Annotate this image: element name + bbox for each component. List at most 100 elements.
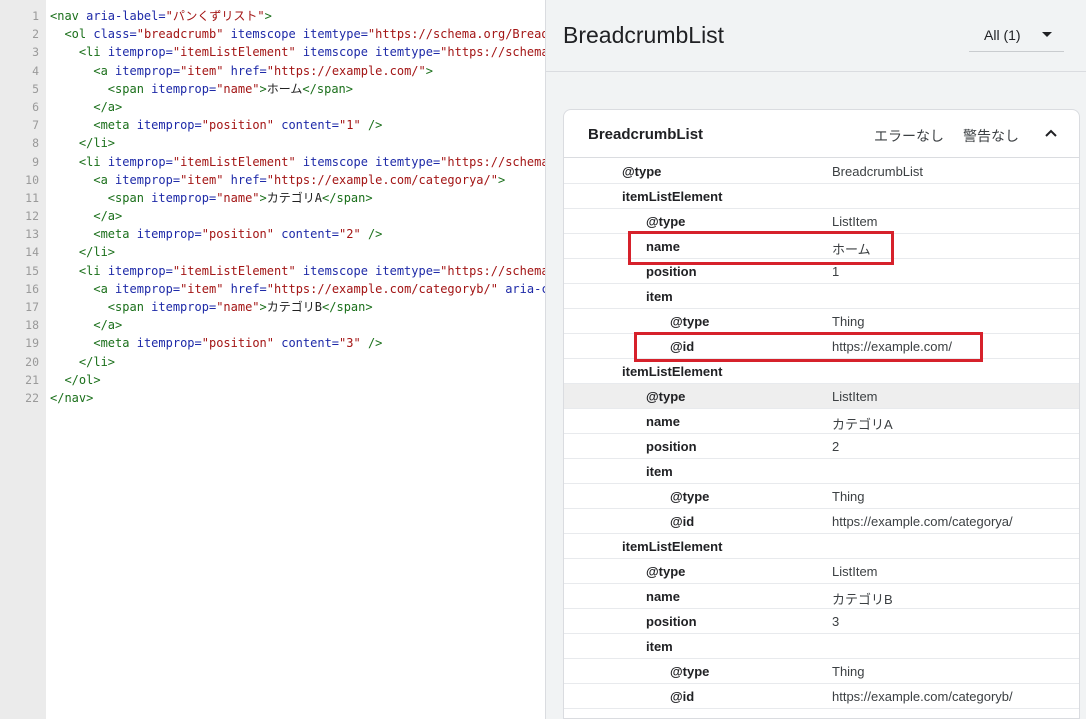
code-token: "https://example.com/categoryb/" [266, 281, 498, 296]
code-token: itemprop= [107, 45, 173, 60]
code-token: itemprop= [151, 300, 217, 314]
line-number: 11 [25, 190, 39, 205]
code-token: itemprop= [151, 81, 217, 96]
code-token: "position" [201, 336, 274, 351]
code-token: </li> [78, 245, 116, 260]
table-row: @type ListItem [564, 384, 1079, 409]
code-text: <li itemprop="itemListElement" itemscope… [46, 43, 545, 61]
code-editor[interactable]: 1 <nav aria-label="パンくずリスト"> 2 <ol class="… [0, 0, 546, 719]
code-line: 6 </a> [0, 98, 545, 116]
results-panel: BreadcrumbList All (1) BreadcrumbList エラ… [546, 0, 1086, 719]
line-number: 6 [32, 99, 39, 114]
property-key: @type [646, 564, 686, 579]
errors-status: エラーなし [874, 128, 944, 144]
table-row: @id https://example.com/categorya/ [564, 509, 1079, 534]
code-token: "item" [180, 281, 224, 296]
code-text: <li itemprop="itemListElement" itemscope… [46, 262, 545, 280]
line-number: 17 [25, 300, 39, 314]
code-token: <a [93, 63, 116, 78]
code-token: </nav> [50, 390, 94, 405]
code-text: </a> [46, 98, 122, 116]
code-token: > [259, 81, 267, 96]
panel-header: BreadcrumbList All (1) [546, 0, 1086, 72]
code-token: "itemListElement" [172, 263, 296, 278]
code-text: <ol class="breadcrumb" itemscope itemtyp… [46, 25, 545, 43]
code-line: 15 <li itemprop="itemListElement" itemsc… [0, 262, 545, 280]
code-text: <a itemprop="item" href="https://example… [46, 62, 433, 80]
code-line: 8 </li> [0, 134, 545, 152]
property-key: itemListElement [622, 189, 723, 204]
line-number: 16 [25, 281, 39, 296]
property-value: ListItem [832, 389, 878, 404]
code-token: "1" [339, 118, 361, 133]
result-card-header[interactable]: BreadcrumbList エラーなし 警告なし [564, 110, 1079, 158]
code-line: 16 <a itemprop="item" href="https://exam… [0, 280, 546, 298]
property-key: @type [622, 164, 662, 179]
code-token: > [259, 300, 267, 314]
code-token: /> [360, 118, 383, 133]
code-token: </ol> [64, 372, 101, 387]
property-key: item [646, 639, 673, 654]
code-text: <a itemprop="item" href="https://example… [46, 280, 546, 298]
code-line: 10 <a itemprop="item" href="https://exam… [0, 171, 545, 189]
code-line: 13 <meta itemprop="position" content="2"… [0, 225, 545, 243]
property-key: @type [670, 664, 710, 679]
code-token: content= [274, 118, 340, 133]
code-token: <ol [64, 27, 94, 42]
code-text: </ol> [46, 371, 101, 389]
code-token: "position" [201, 118, 274, 133]
code-line: 22 </nav> [0, 389, 545, 407]
chevron-up-icon[interactable] [1043, 125, 1059, 141]
code-token: "itemListElement" [172, 45, 296, 60]
line-number: 18 [25, 318, 39, 333]
code-token: /> [360, 227, 383, 242]
line-number: 3 [32, 45, 39, 60]
line-number: 13 [25, 227, 39, 242]
filter-dropdown[interactable]: All (1) [969, 18, 1064, 52]
table-row: position 2 [564, 434, 1079, 459]
code-token: "breadcrumb" [136, 27, 224, 42]
code-token: /> [360, 336, 383, 351]
code-line: 20 </li> [0, 353, 545, 371]
property-value: ListItem [832, 214, 878, 229]
table-row: @type BreadcrumbList [564, 159, 1079, 184]
table-row: item [564, 459, 1079, 484]
code-token: </li> [78, 354, 116, 369]
table-row: itemListElement [564, 359, 1079, 384]
code-token: <meta [93, 336, 137, 351]
code-token: "https://schema.org/ListItem" [440, 154, 545, 169]
table-row: item [564, 284, 1079, 309]
code-line: 2 <ol class="breadcrumb" itemscope itemt… [0, 25, 545, 43]
table-row: @type Thing [564, 484, 1079, 509]
code-token: <li [78, 45, 108, 60]
code-token: </span> [322, 300, 373, 314]
property-value: Thing [832, 314, 865, 329]
highlight-box-name [628, 231, 894, 265]
property-key: @id [670, 514, 695, 529]
property-value: 1 [832, 264, 840, 279]
table-row: @id https://example.com/categoryb/ [564, 684, 1079, 709]
code-token: </a> [93, 318, 123, 333]
code-token: itemprop= [151, 190, 217, 205]
property-key: @type [646, 389, 686, 404]
line-number: 20 [25, 354, 39, 369]
code-token: "https://example.com/categorya/" [266, 172, 498, 187]
property-key: name [646, 589, 680, 604]
code-token: "name" [216, 190, 260, 205]
code-text: <span itemprop="name">カテゴリA</span> [46, 189, 373, 207]
code-token: aria-current= [505, 281, 546, 296]
line-number: 9 [32, 154, 39, 169]
code-line: 3 <li itemprop="itemListElement" itemsco… [0, 43, 545, 61]
code-text: <a itemprop="item" href="https://example… [46, 171, 505, 189]
property-value: 2 [832, 439, 840, 454]
code-token: </span> [302, 81, 353, 96]
property-key: name [646, 414, 680, 429]
code-token: itemscope itemtype= [295, 45, 441, 60]
caret-down-icon [1042, 32, 1052, 37]
